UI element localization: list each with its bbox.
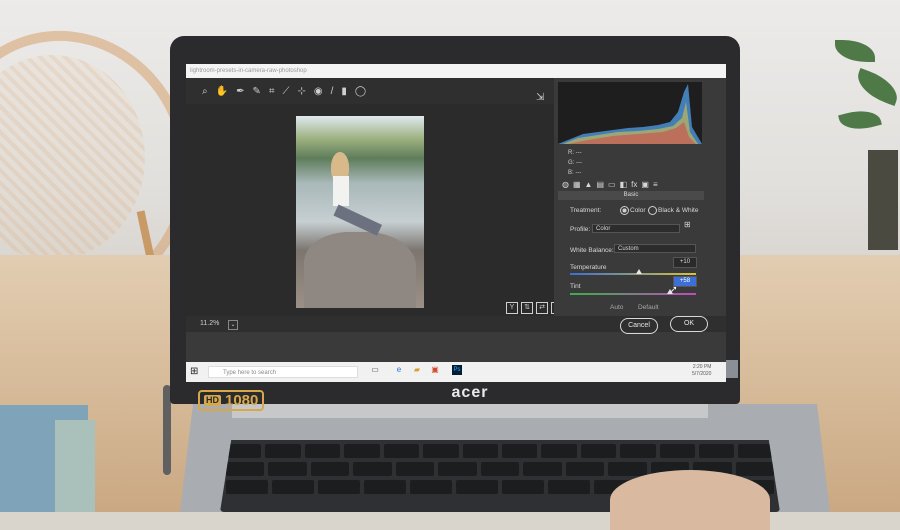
notebooks: [55, 420, 95, 512]
hd-1080-badge: HD 1080: [198, 390, 265, 411]
profile-select[interactable]: Color: [592, 224, 680, 233]
basic-icon[interactable]: ◍: [562, 180, 569, 189]
red-eye-icon[interactable]: ◉: [314, 86, 323, 97]
adjustment-brush-icon[interactable]: /: [331, 86, 334, 97]
graduated-filter-icon[interactable]: ▮: [341, 86, 347, 97]
color-sampler-icon[interactable]: ✎: [252, 86, 260, 97]
photo-rock: [304, 232, 416, 308]
edge-icon[interactable]: e: [394, 365, 404, 375]
r-label: R:: [568, 150, 574, 156]
photo-subject-body: [333, 176, 349, 206]
profile-browser-icon[interactable]: ⊞: [684, 220, 691, 229]
presets-icon[interactable]: ≡: [653, 180, 658, 189]
hsl-icon[interactable]: ▤: [596, 180, 604, 189]
acer-logo: acer: [451, 384, 489, 401]
straighten-icon[interactable]: ⟋: [282, 86, 289, 97]
taskbar-time: 2:20 PM: [692, 364, 712, 370]
ok-button[interactable]: OK: [670, 316, 708, 332]
effects-icon[interactable]: fx: [631, 180, 637, 189]
auto-button[interactable]: Auto: [610, 304, 623, 311]
before-after-icon[interactable]: Y: [506, 302, 518, 314]
temperature-thumb[interactable]: [636, 269, 643, 274]
laptop-sticker: [726, 360, 738, 378]
hd-label: HD: [204, 395, 221, 406]
hand-icon[interactable]: ✋: [216, 86, 228, 97]
split-toning-icon[interactable]: ▭: [608, 180, 616, 189]
chevron-down-icon[interactable]: ⌄: [228, 320, 238, 330]
treatment-bw-label: Black & White: [658, 207, 699, 214]
g-label: G:: [568, 160, 575, 166]
temperature-value[interactable]: +10: [673, 257, 697, 268]
b-value: ---: [575, 170, 582, 176]
rgb-readout: R: --- G: --- B: ---: [568, 148, 582, 178]
temperature-label: Temperature: [570, 264, 607, 271]
detail-icon[interactable]: ▲: [585, 180, 593, 189]
plant: [868, 150, 898, 250]
profile-value: Color: [596, 226, 611, 232]
treatment-color-label: Color: [630, 207, 646, 214]
treatment-bw-radio[interactable]: [648, 206, 657, 215]
white-balance-label: White Balance:: [570, 247, 614, 254]
treatment-color-radio[interactable]: [620, 206, 629, 215]
b-label: B:: [568, 170, 574, 176]
white-balance-icon[interactable]: ✒: [236, 86, 244, 97]
crop-icon[interactable]: ⌗: [269, 86, 275, 97]
default-button[interactable]: Default: [638, 304, 659, 311]
dialog-footer: [186, 332, 726, 362]
r-value: ---: [575, 150, 582, 156]
zoom-icon[interactable]: ⌕: [202, 86, 208, 97]
windows-start-icon[interactable]: ⊞: [190, 366, 198, 377]
white-balance-select[interactable]: Custom: [614, 244, 696, 253]
section-title: Basic: [558, 191, 704, 200]
profile-label: Profile:: [570, 226, 591, 233]
tone-curve-icon[interactable]: ▦: [573, 180, 581, 189]
g-value: ---: [576, 160, 583, 166]
calibration-icon[interactable]: ▣: [641, 180, 649, 189]
cancel-button[interactable]: Cancel: [620, 318, 658, 334]
photoshop-icon[interactable]: Ps: [452, 365, 462, 375]
laptop-hinge: [232, 404, 708, 418]
file-explorer-icon[interactable]: ▰: [412, 365, 422, 375]
tool-strip: ⌕ ✋ ✒ ✎ ⌗ ⟋ ⊹ ◉ / ▮ ◯: [186, 78, 554, 104]
user-hand: [610, 470, 770, 530]
laptop-screen: lightroom-presets-in-camera-raw-photosho…: [186, 64, 726, 382]
treatment-label: Treatment:: [570, 207, 602, 214]
task-view-icon[interactable]: ▭: [370, 365, 380, 375]
spot-removal-icon[interactable]: ⊹: [297, 86, 305, 97]
store-icon[interactable]: ▣: [430, 365, 440, 375]
panel-tabs: ◍ ▦ ▲ ▤ ▭ ◧ fx ▣ ≡: [558, 178, 706, 190]
histogram: [558, 82, 702, 144]
taskbar-date: 5/7/2020: [692, 371, 712, 377]
cursor-icon: ➚: [670, 284, 678, 294]
radial-filter-icon[interactable]: ◯: [355, 86, 366, 97]
export-icon[interactable]: ⇲: [536, 92, 544, 103]
taskbar-search-input[interactable]: Type here to search: [208, 366, 358, 378]
window-title: lightroom-presets-in-camera-raw-photosho…: [186, 64, 726, 78]
taskbar-clock: 2:20 PM 5/7/2020: [692, 364, 711, 378]
tint-label: Tint: [570, 283, 581, 290]
resolution-label: 1080: [225, 392, 259, 409]
temperature-slider[interactable]: [570, 273, 696, 275]
swap-icon[interactable]: ⇅: [521, 302, 533, 314]
white-balance-value: Custom: [618, 246, 639, 252]
lens-icon[interactable]: ◧: [620, 180, 628, 189]
copy-settings-icon[interactable]: ⇄: [536, 302, 548, 314]
